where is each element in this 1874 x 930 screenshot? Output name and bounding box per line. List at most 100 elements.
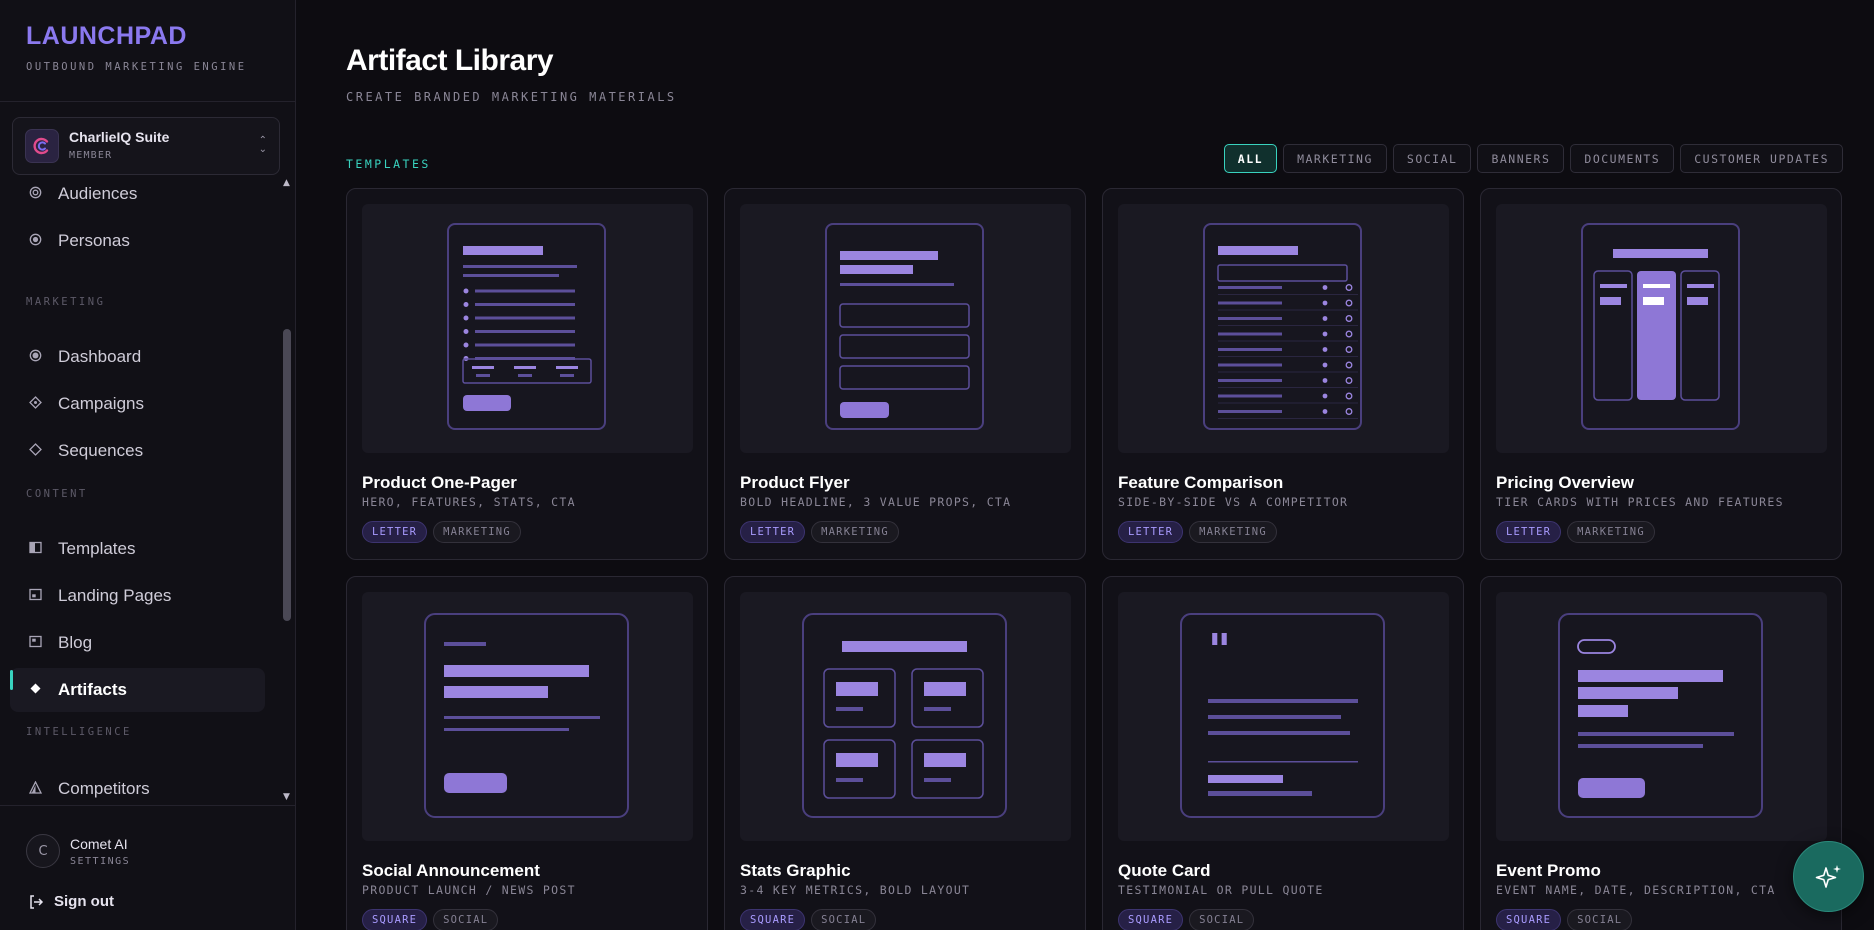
template-preview	[740, 592, 1071, 841]
workspace-switcher[interactable]: CharlieIQ Suite MEMBER ⌃ ⌄	[12, 117, 280, 175]
scrollbar-thumb[interactable]	[283, 329, 291, 621]
template-title: Stats Graphic	[740, 861, 851, 880]
ai-assistant-button[interactable]	[1793, 841, 1864, 912]
template-card-quote-card[interactable]: " Quote Card TESTIMONIAL OR PULL QUOTE S…	[1102, 576, 1464, 930]
sidebar-item-audiences[interactable]: Audiences	[10, 178, 265, 216]
sidebar-item-label: Campaigns	[58, 394, 144, 413]
filter-documents[interactable]: DOCUMENTS	[1570, 144, 1675, 173]
sidebar-item-sequences[interactable]: Sequences	[10, 429, 265, 473]
tag-marketing: MARKETING	[811, 521, 899, 543]
filter-bar: ALL MARKETING SOCIAL BANNERS DOCUMENTS CUSTOM…	[1223, 144, 1843, 173]
active-indicator	[10, 670, 13, 690]
sidebar-item-artifacts[interactable]: Artifacts	[10, 668, 265, 712]
social-preview-graphic	[424, 613, 629, 818]
target-icon	[28, 186, 42, 203]
one-pager-preview-graphic	[447, 223, 606, 430]
template-description: BOLD HEADLINE, 3 VALUE PROPS, CTA	[740, 495, 1012, 509]
template-title: Social Announcement	[362, 861, 540, 880]
template-tags: SQUARE SOCIAL	[1118, 909, 1255, 930]
template-card-product-one-pager[interactable]: Product One-Pager HERO, FEATURES, STATS,…	[346, 188, 708, 560]
template-description: TESTIMONIAL OR PULL QUOTE	[1118, 883, 1324, 897]
sidebar-item-competitors[interactable]: Competitors	[10, 767, 265, 804]
page-title: Artifact Library	[346, 44, 554, 77]
template-description: HERO, FEATURES, STATS, CTA	[362, 495, 576, 509]
stats-preview-graphic	[802, 613, 1007, 818]
brand-subtitle: OUTBOUND MARKETING ENGINE	[26, 61, 247, 73]
user-settings-label: SETTINGS	[70, 856, 131, 867]
tag-square: SQUARE	[362, 909, 428, 930]
sign-out-button[interactable]: Sign out	[28, 893, 114, 910]
competitors-icon	[28, 780, 42, 798]
scroll-down-arrow-icon[interactable]: ▼	[283, 792, 290, 802]
template-preview	[362, 592, 693, 841]
section-label: TEMPLATES	[346, 157, 431, 171]
tag-marketing: MARKETING	[1189, 521, 1277, 543]
pricing-preview-graphic	[1581, 223, 1740, 430]
campaigns-icon	[28, 395, 42, 413]
sidebar-item-landing-pages[interactable]: Landing Pages	[10, 574, 265, 618]
template-card-feature-comparison[interactable]: Feature Comparison SIDE-BY-SIDE VS A COM…	[1102, 188, 1464, 560]
template-tags: SQUARE SOCIAL	[362, 909, 499, 930]
template-preview	[1496, 204, 1827, 453]
workspace-name: CharlieIQ Suite	[69, 129, 170, 145]
filter-customer-updates[interactable]: CUSTOMER UPDATES	[1680, 144, 1843, 173]
tag-letter: LETTER	[1118, 521, 1184, 543]
sidebar-item-templates[interactable]: Templates	[10, 527, 265, 571]
template-title: Quote Card	[1118, 861, 1211, 880]
tag-square: SQUARE	[1496, 909, 1562, 930]
nav-section-content: CONTENT	[26, 488, 88, 500]
tag-square: SQUARE	[740, 909, 806, 930]
sidebar-item-personas[interactable]: Personas	[10, 219, 265, 263]
sidebar-item-label: Audiences	[58, 184, 138, 203]
sparkle-icon	[1815, 864, 1841, 888]
avatar: C	[26, 834, 60, 868]
template-preview: "	[1118, 592, 1449, 841]
sequences-icon	[28, 442, 42, 460]
tag-social: SOCIAL	[1567, 909, 1633, 930]
sidebar-item-label: Personas	[58, 231, 130, 250]
template-card-event-promo[interactable]: Event Promo EVENT NAME, DATE, DESCRIPTIO…	[1480, 576, 1842, 930]
brand: LAUNCHPAD OUTBOUND MARKETING ENGINE	[26, 22, 247, 73]
scroll-up-arrow-icon[interactable]: ▲	[283, 178, 290, 188]
tag-letter: LETTER	[362, 521, 428, 543]
filter-banners[interactable]: BANNERS	[1477, 144, 1565, 173]
filter-marketing[interactable]: MARKETING	[1283, 144, 1387, 173]
sidebar-divider	[0, 101, 296, 102]
tag-letter: LETTER	[740, 521, 806, 543]
template-description: EVENT NAME, DATE, DESCRIPTION, CTA	[1496, 883, 1776, 897]
sidebar-item-label: Dashboard	[58, 347, 142, 366]
template-card-product-flyer[interactable]: Product Flyer BOLD HEADLINE, 3 VALUE PRO…	[724, 188, 1086, 560]
user-name: Comet AI	[70, 836, 128, 852]
template-title: Event Promo	[1496, 861, 1601, 880]
template-card-pricing-overview[interactable]: Pricing Overview TIER CARDS WITH PRICES …	[1480, 188, 1842, 560]
filter-social[interactable]: SOCIAL	[1392, 144, 1472, 173]
template-description: PRODUCT LAUNCH / NEWS POST	[362, 883, 576, 897]
sign-out-label: Sign out	[54, 893, 114, 910]
chevron-up-down-icon: ⌃ ⌄	[258, 135, 267, 155]
template-title: Pricing Overview	[1496, 473, 1634, 492]
sidebar-item-dashboard[interactable]: Dashboard	[10, 335, 265, 379]
template-title: Feature Comparison	[1118, 473, 1284, 492]
quote-preview-graphic: "	[1180, 613, 1385, 818]
page-subtitle: CREATE BRANDED MARKETING MATERIALS	[346, 90, 677, 104]
blog-icon	[28, 635, 42, 652]
template-description: TIER CARDS WITH PRICES AND FEATURES	[1496, 495, 1784, 509]
tag-marketing: MARKETING	[1567, 521, 1655, 543]
sidebar-item-campaigns[interactable]: Campaigns	[10, 382, 265, 426]
dashboard-icon	[28, 349, 42, 366]
sidebar-nav: Audiences Personas MARKETING Dashboard Campa…	[0, 178, 280, 804]
sidebar-divider	[0, 805, 296, 806]
sidebar-scrollbar[interactable]: ▲ ▼	[281, 176, 293, 804]
sidebar-item-label: Artifacts	[58, 680, 127, 699]
filter-all[interactable]: ALL	[1223, 144, 1278, 173]
sidebar-item-blog[interactable]: Blog	[10, 621, 265, 665]
sidebar: LAUNCHPAD OUTBOUND MARKETING ENGINE Char…	[0, 0, 296, 930]
sidebar-item-label: Blog	[58, 633, 93, 652]
template-tags: LETTER MARKETING	[362, 521, 521, 543]
comparison-preview-graphic	[1203, 223, 1362, 430]
template-card-social-announcement[interactable]: Social Announcement PRODUCT LAUNCH / NEW…	[346, 576, 708, 930]
template-preview	[740, 204, 1071, 453]
template-card-stats-graphic[interactable]: Stats Graphic 3-4 KEY METRICS, BOLD LAYO…	[724, 576, 1086, 930]
sidebar-item-label: Competitors	[58, 779, 150, 798]
template-preview	[1118, 204, 1449, 453]
